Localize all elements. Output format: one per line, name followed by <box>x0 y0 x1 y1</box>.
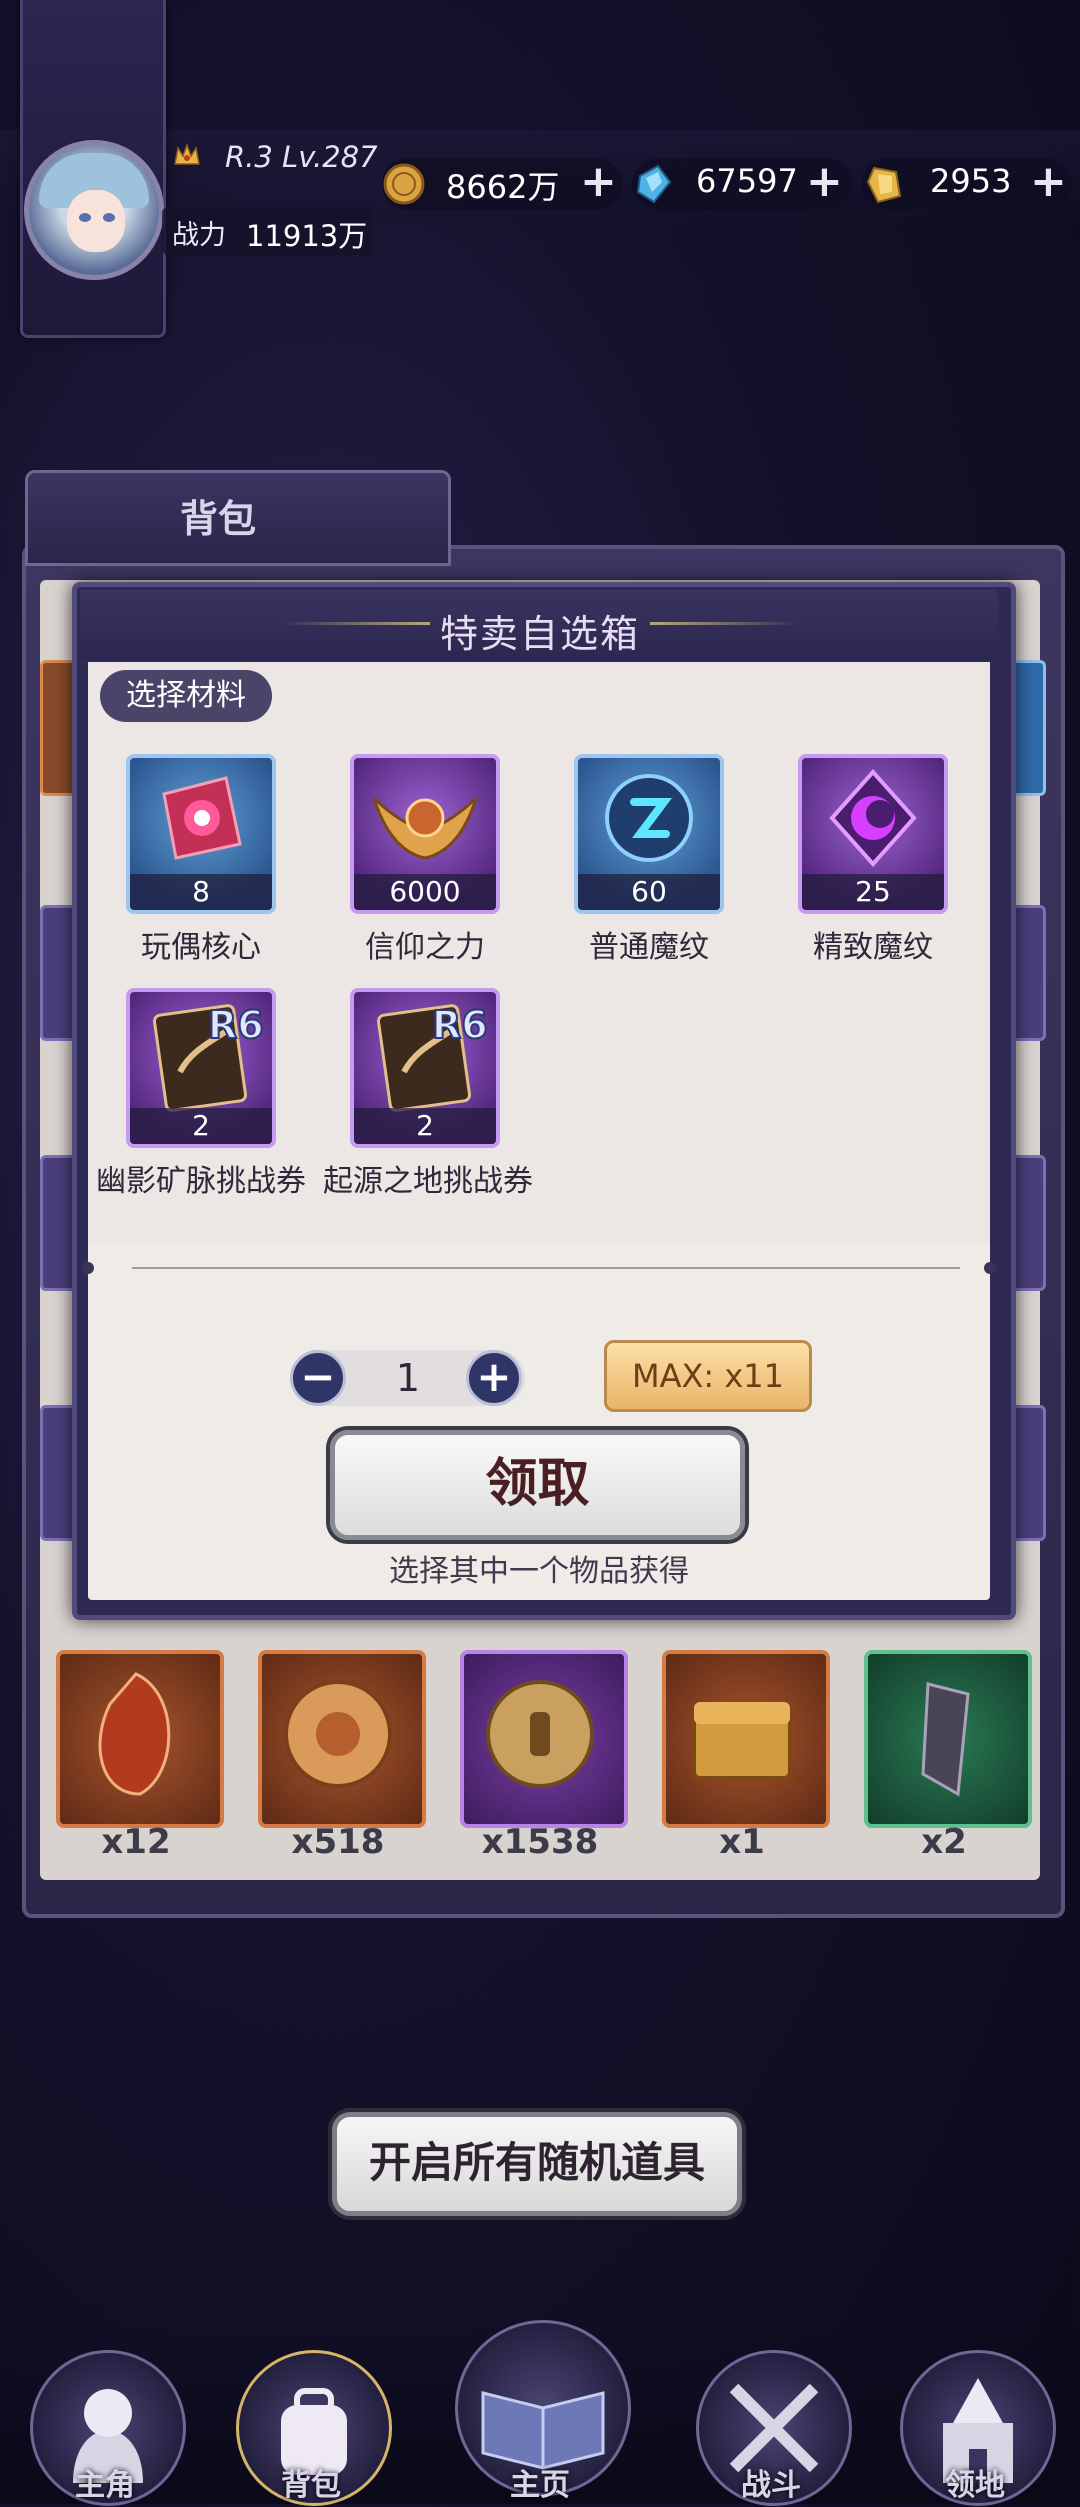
fine-rune-icon <box>829 768 917 868</box>
r6-badge: R6 <box>432 1003 488 1047</box>
gold-coin-icon <box>383 163 425 205</box>
nav-label: 背包 <box>281 2468 341 2503</box>
dark-crystal-icon <box>921 1682 970 1797</box>
crystal-value: 67597 <box>696 162 798 200</box>
chess-coin-icon <box>486 1680 594 1788</box>
item-count: 2 <box>130 1108 272 1144</box>
power-value: 11913万 <box>246 219 368 253</box>
crown-icon <box>174 142 200 165</box>
add-crystal-button[interactable]: + <box>806 160 843 204</box>
rose-coin-icon <box>284 1680 392 1788</box>
nav-label: 领地 <box>945 2468 1005 2503</box>
item-count: x1538 <box>481 1822 599 1862</box>
item-count: x12 <box>101 1822 171 1862</box>
backpack-title: 背包 <box>180 496 257 541</box>
faith-wings-icon <box>372 796 478 860</box>
power-label: 战力 <box>172 220 226 251</box>
claim-button[interactable]: 领取 <box>330 1430 745 1540</box>
add-gold-button[interactable]: + <box>580 160 617 204</box>
item-count: 60 <box>578 874 720 910</box>
backpack-item[interactable] <box>662 1650 830 1828</box>
r6-badge: R6 <box>208 1003 264 1047</box>
item-count: x1 <box>719 1822 765 1862</box>
quantity-value[interactable]: 1 <box>380 1350 436 1406</box>
item-label: 玩偶核心 <box>141 930 261 965</box>
backpack-item[interactable] <box>56 1650 224 1828</box>
nav-label: 战斗 <box>741 2468 801 2503</box>
item-label: 起源之地挑战券 <box>323 1164 533 1199</box>
open-all-random-button[interactable]: 开启所有随机道具 <box>332 2112 742 2216</box>
doll-core-icon <box>162 776 242 860</box>
select-item-faith-power[interactable]: 6000 <box>350 754 500 914</box>
item-label: 幽影矿脉挑战券 <box>96 1164 306 1199</box>
divider-dot <box>984 1262 996 1274</box>
gold-gem-icon <box>866 166 902 204</box>
treasure-chest-icon <box>692 1702 792 1780</box>
item-label: 普通魔纹 <box>589 930 709 965</box>
item-count: x2 <box>921 1822 967 1862</box>
amber-stone-icon <box>98 1672 171 1796</box>
nav-label: 主角 <box>75 2468 135 2503</box>
r6-ticket-icon: R6 <box>152 1002 265 1112</box>
max-button[interactable]: MAX: x11 <box>604 1340 812 1412</box>
select-item-shadow-mine-ticket[interactable]: R6 2 <box>126 988 276 1148</box>
backpack-item[interactable] <box>258 1650 426 1828</box>
item-count: 6000 <box>354 874 496 910</box>
r6-ticket-icon: R6 <box>376 1002 489 1112</box>
item-count: x518 <box>291 1822 385 1862</box>
select-item-origin-land-ticket[interactable]: R6 2 <box>350 988 500 1148</box>
select-item-fine-rune[interactable]: 25 <box>798 754 948 914</box>
gold-value: 8662万 <box>446 168 560 206</box>
nav-label: 主页 <box>510 2468 570 2503</box>
dialog-title: 特卖自选箱 <box>439 612 640 656</box>
backpack-item[interactable] <box>460 1650 628 1828</box>
avatar[interactable] <box>24 140 164 280</box>
divider <box>132 1267 960 1269</box>
item-count: 8 <box>130 874 272 910</box>
item-count: 25 <box>802 874 944 910</box>
item-count: 2 <box>354 1108 496 1144</box>
rank-level: R.3 Lv.287 <box>225 140 378 174</box>
increase-button[interactable]: + <box>466 1350 522 1406</box>
item-label: 信仰之力 <box>365 930 485 965</box>
gem-value: 2953 <box>930 162 1012 200</box>
decrease-button[interactable]: − <box>290 1350 346 1406</box>
common-rune-icon <box>605 774 693 862</box>
add-gem-button[interactable]: + <box>1030 160 1067 204</box>
select-item-doll-core[interactable]: 8 <box>126 754 276 914</box>
claim-hint: 选择其中一个物品获得 <box>389 1554 689 1589</box>
backpack-item[interactable] <box>864 1650 1032 1828</box>
divider-dot <box>82 1262 94 1274</box>
item-label: 精致魔纹 <box>813 930 933 965</box>
select-item-common-rune[interactable]: 60 <box>574 754 724 914</box>
section-label: 选择材料 <box>100 670 272 722</box>
blue-crystal-icon <box>636 164 672 204</box>
